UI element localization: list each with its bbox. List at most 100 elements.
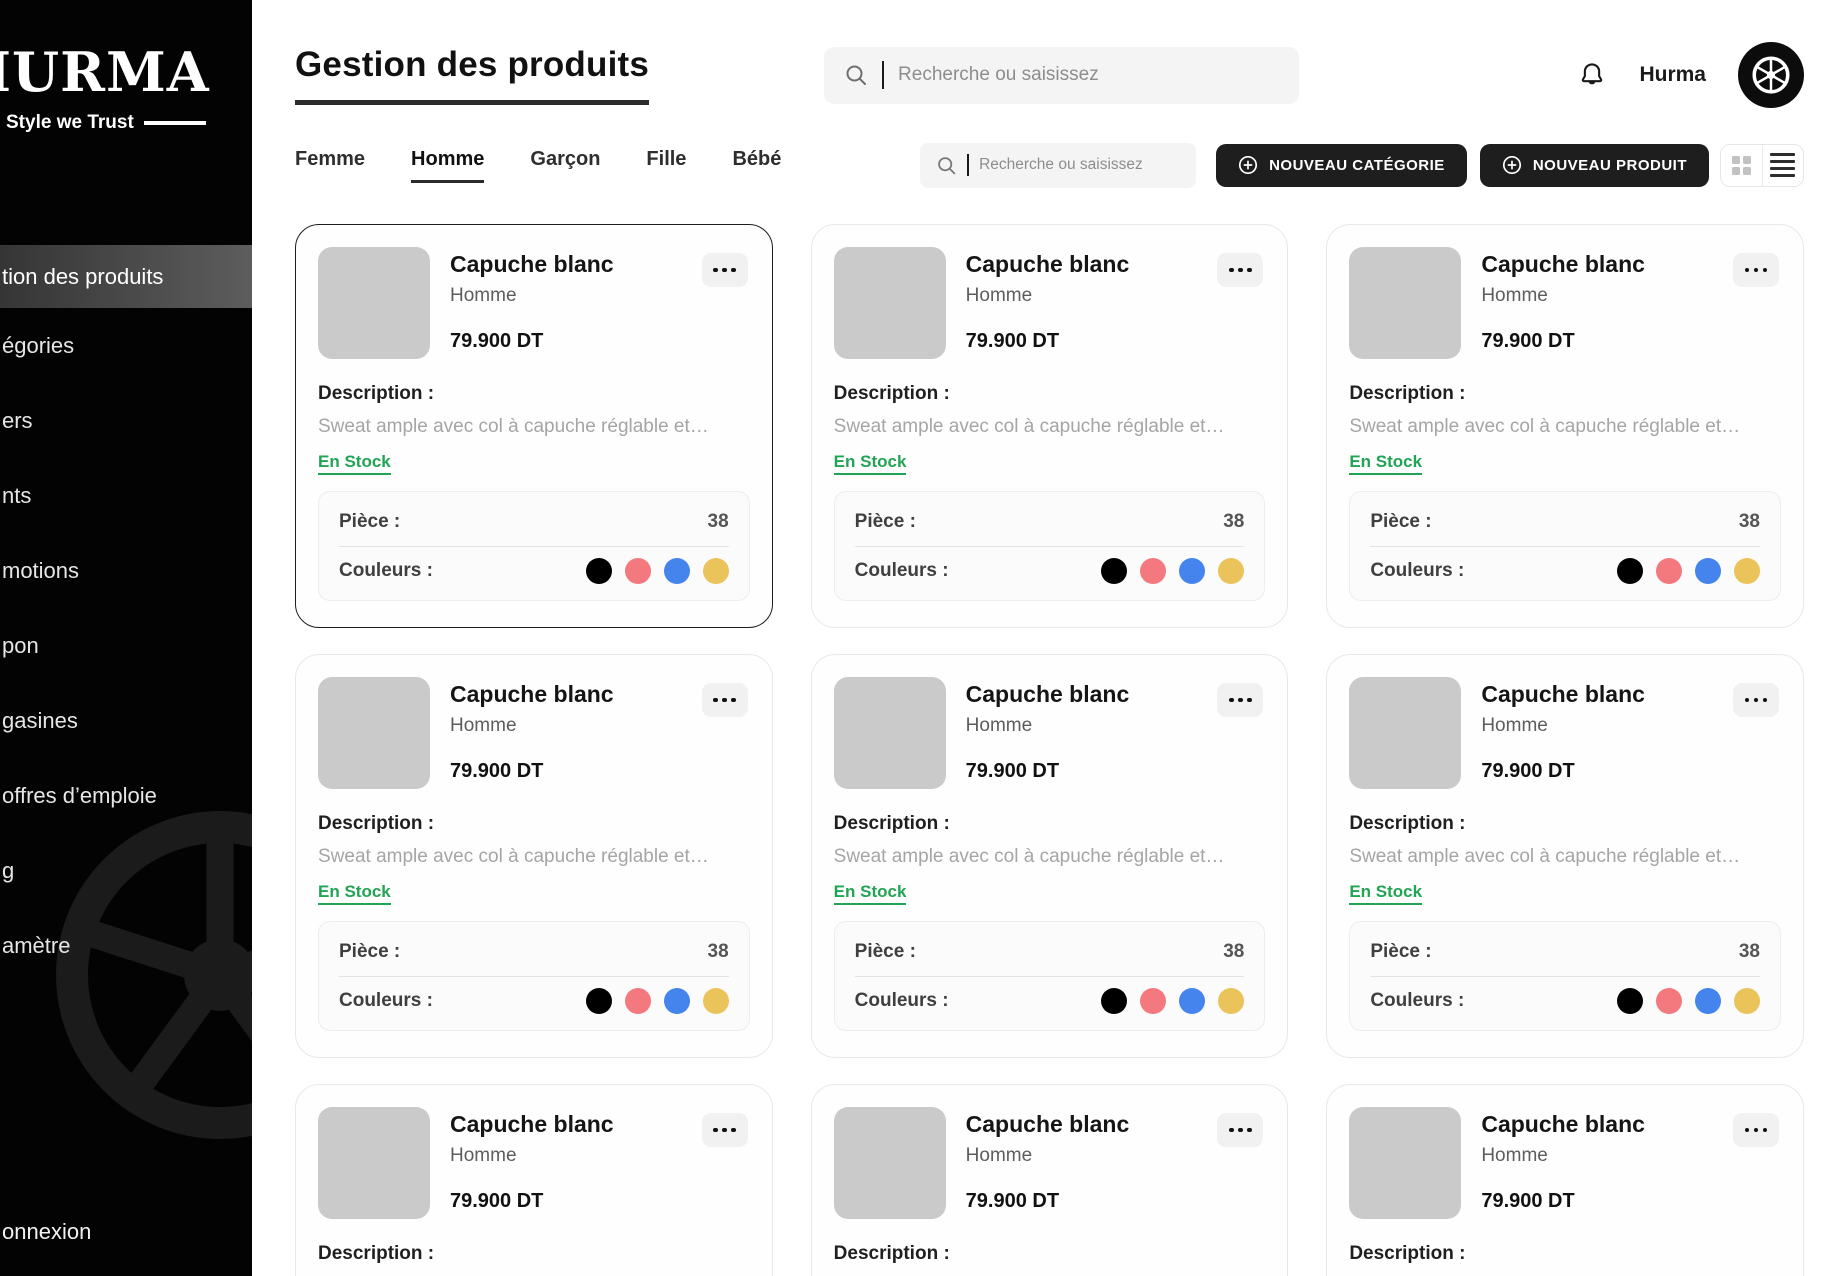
ellipsis-icon — [1229, 1128, 1234, 1133]
global-search-input[interactable] — [824, 47, 1299, 104]
description-label: Description : — [834, 1243, 1266, 1265]
sidebar: HURMA Style we Trust tion des produits é… — [0, 0, 252, 1276]
sidebar-item-coupon[interactable]: pon — [0, 608, 252, 683]
app-window: HURMA Style we Trust tion des produits é… — [0, 0, 1840, 1276]
color-swatch — [703, 988, 729, 1014]
product-image-placeholder — [834, 1107, 946, 1219]
product-card[interactable]: Capuche blanc Homme 79.900 DT Descriptio… — [1326, 1084, 1804, 1276]
product-price: 79.900 DT — [450, 330, 614, 353]
sidebar-item-blog[interactable]: g — [0, 833, 252, 908]
card-menu-button[interactable] — [1217, 683, 1263, 717]
color-swatch — [1101, 558, 1127, 584]
stock-badge: En Stock — [834, 882, 907, 905]
product-category: Homme — [966, 1145, 1130, 1167]
product-search-input[interactable] — [920, 143, 1196, 188]
colors-label: Couleurs : — [339, 990, 433, 1012]
new-product-button[interactable]: NOUVEAU PRODUIT — [1480, 144, 1709, 187]
product-price: 79.900 DT — [1481, 1190, 1645, 1213]
color-swatch — [1140, 558, 1166, 584]
colors-label: Couleurs : — [855, 560, 949, 582]
description-label: Description : — [1349, 383, 1781, 405]
plus-circle-icon — [1502, 155, 1522, 175]
color-swatches — [586, 988, 729, 1014]
card-menu-button[interactable] — [1733, 683, 1779, 717]
sidebar-item-users[interactable]: ers — [0, 383, 252, 458]
colors-label: Couleurs : — [1370, 560, 1464, 582]
description-label: Description : — [834, 813, 1266, 835]
color-swatch — [664, 988, 690, 1014]
description-text: Sweat ample avec col à capuche réglable … — [318, 416, 750, 438]
color-swatches — [1101, 558, 1244, 584]
product-card[interactable]: Capuche blanc Homme 79.900 DT Descriptio… — [811, 1084, 1289, 1276]
product-name: Capuche blanc — [1481, 681, 1645, 708]
piece-value: 38 — [708, 941, 729, 963]
sidebar-nav: tion des produits égories ers nts motion… — [0, 245, 252, 983]
global-search-field[interactable] — [898, 64, 1279, 86]
new-category-button[interactable]: NOUVEAU CATÉGORIE — [1216, 144, 1467, 187]
color-swatch — [625, 988, 651, 1014]
brand-logo: HURMA — [0, 40, 210, 104]
product-price: 79.900 DT — [450, 1190, 614, 1213]
ellipsis-icon — [1745, 268, 1750, 273]
sidebar-item-products[interactable]: tion des produits — [0, 245, 252, 308]
piece-label: Pièce : — [339, 511, 400, 533]
sidebar-item-job-offers[interactable]: offres d’emploie — [0, 758, 252, 833]
color-swatch — [1218, 558, 1244, 584]
list-view-button[interactable] — [1762, 145, 1804, 186]
card-menu-button[interactable] — [1733, 1113, 1779, 1147]
color-swatch — [1656, 558, 1682, 584]
product-card[interactable]: Capuche blanc Homme 79.900 DT Descriptio… — [295, 1084, 773, 1276]
product-image-placeholder — [1349, 247, 1461, 359]
user-avatar[interactable] — [1738, 42, 1804, 108]
product-info-box: Pièce : 38 Couleurs : — [318, 921, 750, 1031]
card-menu-button[interactable] — [702, 1113, 748, 1147]
sidebar-item-clients[interactable]: nts — [0, 458, 252, 533]
tab-homme[interactable]: Homme — [411, 148, 484, 183]
grid-view-button[interactable] — [1721, 145, 1762, 186]
product-card[interactable]: Capuche blanc Homme 79.900 DT Descriptio… — [811, 224, 1289, 628]
notifications-button[interactable] — [1577, 60, 1607, 90]
sidebar-item-promotions[interactable]: motions — [0, 533, 252, 608]
sidebar-item-logout[interactable]: onnexion — [0, 1210, 252, 1254]
wheel-avatar-icon — [1749, 53, 1793, 97]
description-label: Description : — [1349, 813, 1781, 835]
sidebar-item-magasines[interactable]: gasines — [0, 683, 252, 758]
product-card[interactable]: Capuche blanc Homme 79.900 DT Descriptio… — [295, 654, 773, 1058]
color-swatches — [1101, 988, 1244, 1014]
plus-circle-icon — [1238, 155, 1258, 175]
card-menu-button[interactable] — [702, 683, 748, 717]
ellipsis-icon — [1229, 698, 1234, 703]
piece-label: Pièce : — [1370, 941, 1431, 963]
product-image-placeholder — [318, 1107, 430, 1219]
product-search-field[interactable] — [979, 156, 1180, 174]
product-price: 79.900 DT — [966, 760, 1130, 783]
toolbar: Femme Homme Garçon Fille Bébé — [295, 142, 1804, 188]
color-swatch — [1617, 988, 1643, 1014]
view-toggle — [1720, 144, 1804, 187]
product-card[interactable]: Capuche blanc Homme 79.900 DT Descriptio… — [811, 654, 1289, 1058]
tab-fille[interactable]: Fille — [646, 148, 686, 183]
list-icon — [1770, 153, 1795, 178]
product-card[interactable]: Capuche blanc Homme 79.900 DT Descriptio… — [1326, 224, 1804, 628]
card-menu-button[interactable] — [702, 253, 748, 287]
product-card[interactable]: Capuche blanc Homme 79.900 DT Descriptio… — [1326, 654, 1804, 1058]
color-swatch — [1695, 558, 1721, 584]
card-menu-button[interactable] — [1733, 253, 1779, 287]
card-menu-button[interactable] — [1217, 1113, 1263, 1147]
color-swatch — [1218, 988, 1244, 1014]
color-swatch — [1101, 988, 1127, 1014]
color-swatch — [625, 558, 651, 584]
piece-value: 38 — [708, 511, 729, 533]
product-card[interactable]: Capuche blanc Homme 79.900 DT Descriptio… — [295, 224, 773, 628]
description-label: Description : — [318, 1243, 750, 1265]
product-info-box: Pièce : 38 Couleurs : — [834, 921, 1266, 1031]
card-menu-button[interactable] — [1217, 253, 1263, 287]
product-info-box: Pièce : 38 Couleurs : — [1349, 491, 1781, 601]
product-price: 79.900 DT — [450, 760, 614, 783]
tab-bebe[interactable]: Bébé — [732, 148, 781, 183]
sidebar-item-parametre[interactable]: amètre — [0, 908, 252, 983]
tab-garcon[interactable]: Garçon — [530, 148, 600, 183]
sidebar-item-categories[interactable]: égories — [0, 308, 252, 383]
tab-femme[interactable]: Femme — [295, 148, 365, 183]
piece-label: Pièce : — [1370, 511, 1431, 533]
